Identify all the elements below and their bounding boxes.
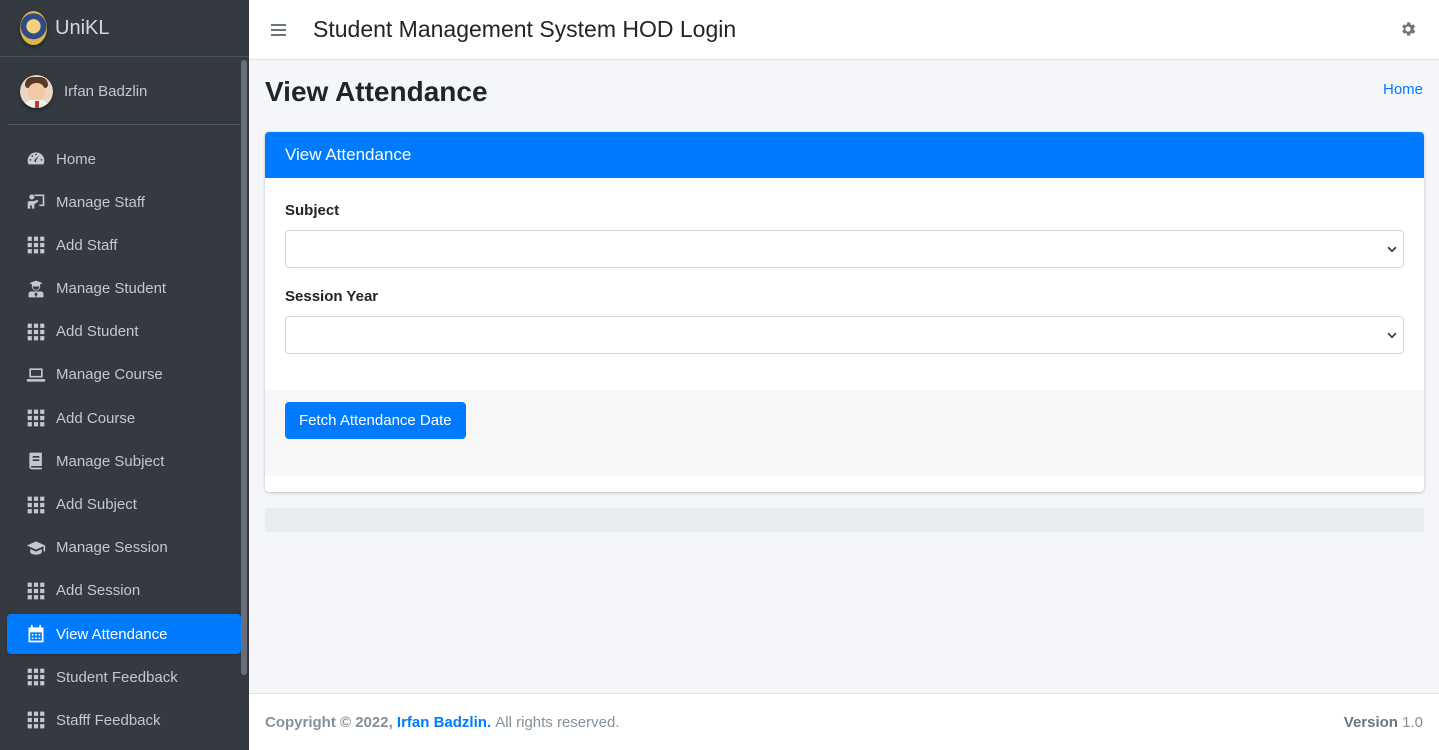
rights-text: All rights reserved. xyxy=(495,713,620,731)
calendar-icon xyxy=(25,623,47,645)
version-number: 1.0 xyxy=(1402,713,1423,731)
user-panel: Irfan Badzlin xyxy=(8,58,240,125)
sidebar-item-label: Manage Subject xyxy=(56,452,165,470)
sidebar-item-label: Manage Course xyxy=(56,366,163,384)
grid-icon xyxy=(25,234,47,256)
subject-form-group: Subject xyxy=(285,202,1404,268)
sidebar-item-manage-subject[interactable]: Manage Subject xyxy=(7,441,241,481)
sidebar-item-label: Add Subject xyxy=(56,496,137,513)
avatar xyxy=(20,74,53,108)
book-icon xyxy=(25,450,47,472)
sidebar-item-manage-staff[interactable]: Manage Staff xyxy=(7,182,241,222)
sidebar-item-add-course[interactable]: Add Course xyxy=(7,398,241,438)
brand-link[interactable]: UniKL xyxy=(0,0,249,57)
subject-label: Subject xyxy=(285,202,340,219)
grid-icon xyxy=(25,407,47,429)
sidebar-item-add-session[interactable]: Add Session xyxy=(7,571,241,611)
sidebar-item-add-staff[interactable]: Add Staff xyxy=(7,225,241,265)
dashboard-gauge-icon xyxy=(25,148,47,170)
sidebar-item-label: Add Student xyxy=(56,323,139,341)
sidebar-item-label: Add Session xyxy=(56,582,141,600)
card-header: View Attendance xyxy=(265,132,1424,178)
version-label: Version xyxy=(1343,713,1398,731)
user-graduate-icon xyxy=(25,278,47,300)
app-title: Student Management System HOD Login xyxy=(313,16,737,42)
card-footer: Fetch Attendance Date xyxy=(265,390,1424,476)
sidebar-menu: Home Manage Staff Add Staff Manage Student A… xyxy=(7,139,241,744)
chalkboard-teacher-icon xyxy=(25,191,47,213)
brand-logo xyxy=(20,11,47,45)
grid-icon xyxy=(25,494,47,516)
subject-select[interactable] xyxy=(285,230,1404,268)
sidebar-item-label: View Attendance xyxy=(56,625,168,643)
grid-icon xyxy=(25,709,47,731)
sidebar-item-add-student[interactable]: Add Student xyxy=(7,312,241,352)
sidebar-item-label: Add Staff xyxy=(56,236,118,254)
sidebar-item-label: Add Course xyxy=(56,409,136,427)
author-link[interactable]: Irfan Badzlin. xyxy=(397,714,491,731)
sidebar-item-manage-student[interactable]: Manage Student xyxy=(7,269,241,309)
sidebar-item-view-attendance[interactable]: View Attendance xyxy=(7,614,241,655)
hamburger-menu-icon[interactable] xyxy=(271,20,291,40)
sidebar-item-label: Manage Session xyxy=(56,539,168,557)
sidebar-item-label: Stafff Feedback xyxy=(56,711,161,729)
session-year-form-group: Session Year xyxy=(285,288,1404,354)
graduation-cap-icon xyxy=(25,537,47,559)
sidebar-item-manage-course[interactable]: Manage Course xyxy=(7,355,241,395)
top-navbar: Student Management System HOD Login xyxy=(249,0,1439,60)
sidebar-item-stafff-feedback[interactable]: Stafff Feedback xyxy=(7,700,241,740)
user-name[interactable]: Irfan Badzlin xyxy=(64,83,147,100)
session-year-select[interactable] xyxy=(285,316,1404,354)
gear-icon[interactable] xyxy=(1399,20,1417,38)
page-title: View Attendance xyxy=(265,76,488,107)
sidebar-item-label: Manage Staff xyxy=(56,193,145,211)
breadcrumb-home-link[interactable]: Home xyxy=(1383,81,1423,98)
version-info: Version 1.0 xyxy=(1344,714,1423,731)
view-attendance-card: View Attendance Subject Session Year Fet… xyxy=(265,132,1424,492)
sidebar-item-manage-session[interactable]: Manage Session xyxy=(7,528,241,568)
chevron-down-icon xyxy=(1385,328,1399,342)
grid-icon xyxy=(25,321,47,343)
sidebar-scrollbar[interactable] xyxy=(241,60,247,675)
attendance-results-area xyxy=(265,508,1424,532)
sidebar-item-home[interactable]: Home xyxy=(7,139,241,179)
sidebar-item-label: Student Feedback xyxy=(56,668,178,686)
sidebar-item-student-feedback[interactable]: Student Feedback xyxy=(7,657,241,697)
sidebar-item-add-subject[interactable]: Add Subject xyxy=(7,485,241,525)
laptop-icon xyxy=(25,364,47,386)
session-year-label: Session Year xyxy=(285,288,379,305)
card-title: View Attendance xyxy=(285,145,412,164)
sidebar: UniKL Irfan Badzlin Home Manage Staff Add … xyxy=(0,0,249,750)
grid-icon xyxy=(25,580,47,602)
copyright-text: Copyright © 2022, xyxy=(265,713,393,731)
chevron-down-icon xyxy=(1385,242,1399,256)
page-footer: Copyright © 2022, Irfan Badzlin. All rig… xyxy=(249,693,1439,750)
fetch-attendance-date-button[interactable]: Fetch Attendance Date xyxy=(285,402,466,439)
brand-name: UniKL xyxy=(55,16,110,39)
sidebar-item-label: Manage Student xyxy=(56,280,167,298)
sidebar-item-label: Home xyxy=(56,150,97,168)
grid-icon xyxy=(25,666,47,688)
